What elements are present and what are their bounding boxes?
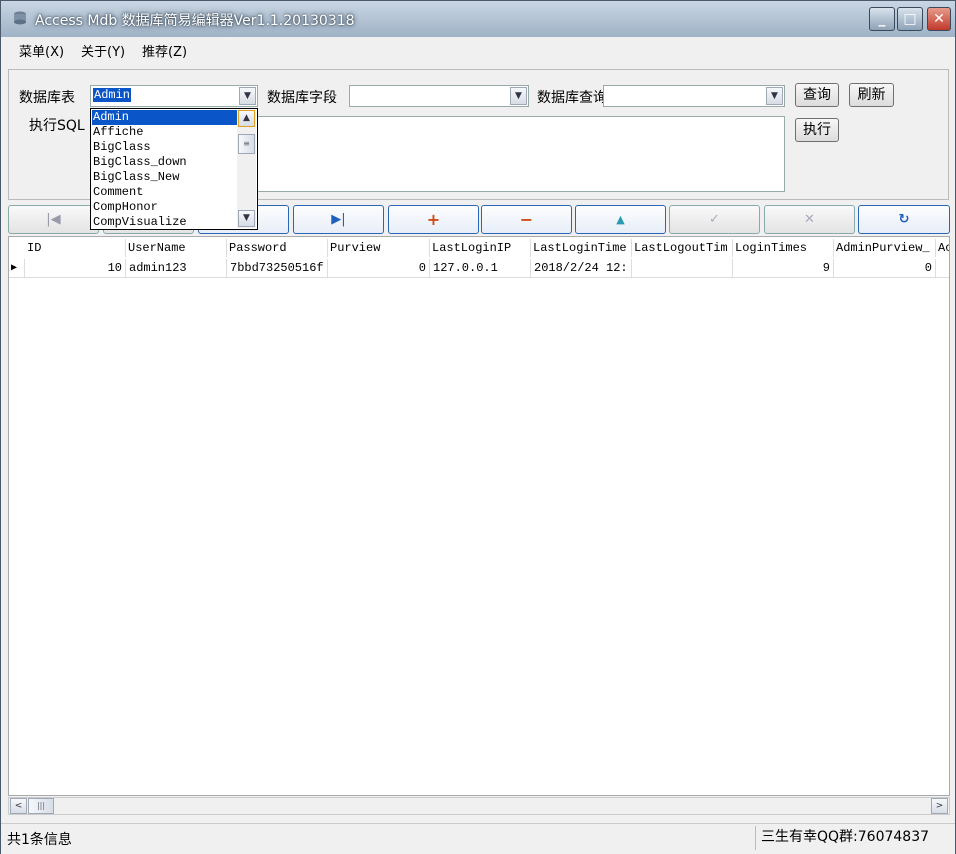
field-label: 数据库字段	[267, 90, 337, 106]
table-cell[interactable]	[936, 259, 949, 278]
plus-icon: +	[426, 210, 441, 229]
dropdown-scrollbar[interactable]: ▲ ≡ ▼	[237, 110, 256, 228]
column-header[interactable]: ID	[25, 239, 126, 257]
maximize-button[interactable]: □	[897, 7, 923, 31]
chevron-down-icon[interactable]: ▼	[510, 87, 527, 105]
qq-group-info: 三生有幸QQ群:76074837	[755, 826, 951, 850]
table-cell[interactable]: 127.0.0.1	[430, 259, 531, 278]
nav-cancel-button[interactable]: ✕	[764, 205, 855, 234]
menu-menu[interactable]: 菜单(X)	[19, 41, 64, 60]
scroll-left-icon[interactable]: <	[10, 798, 27, 814]
dropdown-item[interactable]: CompVisualize	[92, 215, 239, 230]
nav-post-button[interactable]: ✓	[669, 205, 760, 234]
column-header[interactable]: UserName	[126, 239, 227, 257]
column-header[interactable]: Purview	[328, 239, 430, 257]
status-bar: 共1条信息 三生有幸QQ群:76074837	[1, 823, 955, 854]
chevron-down-icon[interactable]: ▼	[239, 87, 256, 105]
nav-insert-button[interactable]: +	[388, 205, 479, 234]
table-cell[interactable]: admin123	[126, 259, 227, 278]
scroll-down-icon[interactable]: ▼	[238, 210, 255, 227]
table-select[interactable]: Admin ▼	[90, 85, 258, 107]
scroll-thumb[interactable]: ≡	[238, 134, 255, 154]
data-grid[interactable]: ID UserName Password Purview LastLoginIP…	[8, 236, 950, 796]
field-select[interactable]: ▼	[349, 85, 529, 107]
window-title: Access Mdb 数据库简易编辑器Ver1.1.20130318	[35, 13, 355, 29]
dropdown-item[interactable]: BigClass	[92, 140, 239, 155]
nav-delete-button[interactable]: −	[481, 205, 572, 234]
column-header[interactable]: LoginTimes	[733, 239, 834, 257]
scroll-up-icon[interactable]: ▲	[238, 110, 255, 127]
query-label: 数据库查询	[537, 90, 607, 106]
query-button[interactable]: 查询	[795, 83, 839, 107]
refresh-icon: ↻	[898, 212, 910, 227]
last-icon: ▶|	[331, 212, 346, 227]
chevron-down-icon[interactable]: ▼	[766, 87, 783, 105]
main-window: Access Mdb 数据库简易编辑器Ver1.1.20130318 _ □ ✕…	[0, 0, 956, 854]
table-dropdown-list[interactable]: Admin Affiche BigClass BigClass_down Big…	[90, 108, 258, 230]
refresh-button[interactable]: 刷新	[849, 83, 894, 107]
edit-icon: ▲	[616, 213, 625, 226]
column-header[interactable]: LastLogoutTim	[632, 239, 733, 257]
dropdown-item[interactable]: BigClass_down	[92, 155, 239, 170]
cancel-icon: ✕	[804, 212, 815, 227]
scroll-thumb[interactable]: |||	[28, 798, 54, 814]
column-header[interactable]: Password	[227, 239, 328, 257]
column-header[interactable]: LastLoginIP	[430, 239, 531, 257]
title-bar: Access Mdb 数据库简易编辑器Ver1.1.20130318 _ □ ✕	[1, 1, 955, 37]
dropdown-item[interactable]: Affiche	[92, 125, 239, 140]
record-count: 共1条信息	[7, 832, 72, 848]
sql-input[interactable]	[257, 116, 785, 192]
exec-button[interactable]: 执行	[795, 118, 839, 142]
check-icon: ✓	[709, 212, 720, 227]
table-cell[interactable]: 10	[25, 259, 126, 278]
table-cell[interactable]: 2018/2/24 12:	[531, 259, 632, 278]
minimize-button[interactable]: _	[869, 7, 895, 31]
nav-edit-button[interactable]: ▲	[575, 205, 666, 234]
minus-icon: −	[519, 210, 534, 229]
table-cell[interactable]: 0	[834, 259, 936, 278]
query-select[interactable]: ▼	[603, 85, 785, 107]
scroll-right-icon[interactable]: >	[931, 798, 948, 814]
nav-refresh-button[interactable]: ↻	[858, 205, 950, 234]
row-indicator: ▶	[9, 259, 25, 278]
nav-first-button[interactable]: |◀	[8, 205, 99, 234]
table-select-value: Admin	[93, 88, 132, 102]
close-button[interactable]: ✕	[927, 7, 951, 31]
table-cell[interactable]: 0	[328, 259, 430, 278]
menu-recommend[interactable]: 推荐(Z)	[142, 41, 187, 60]
column-header[interactable]: Ac	[936, 239, 949, 257]
first-icon: |◀	[46, 212, 61, 227]
nav-last-button[interactable]: ▶|	[293, 205, 384, 234]
table-cell[interactable]: 9	[733, 259, 834, 278]
sql-label: 执行SQL	[29, 118, 85, 134]
database-icon	[14, 11, 26, 25]
dropdown-item[interactable]: CompHonor	[92, 200, 239, 215]
column-header[interactable]: LastLoginTime	[531, 239, 632, 257]
dropdown-item[interactable]: Comment	[92, 185, 239, 200]
menu-about[interactable]: 关于(Y)	[81, 41, 125, 60]
table-cell[interactable]: 7bbd73250516f	[227, 259, 328, 278]
table-cell[interactable]	[632, 259, 733, 278]
horizontal-scrollbar[interactable]: < ||| >	[8, 797, 950, 815]
table-label: 数据库表	[19, 90, 75, 106]
dropdown-item[interactable]: BigClass_New	[92, 170, 239, 185]
dropdown-item[interactable]: Admin	[92, 110, 239, 125]
column-header[interactable]: AdminPurview_	[834, 239, 936, 257]
menu-bar: 菜单(X) 关于(Y) 推荐(Z)	[1, 37, 955, 63]
